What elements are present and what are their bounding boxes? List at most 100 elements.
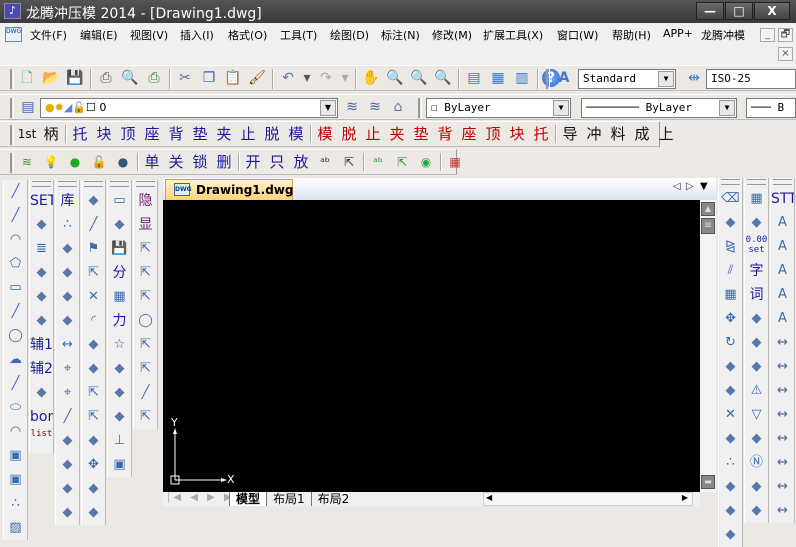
material-icon[interactable]: ◆: [30, 381, 53, 405]
menu-item[interactable]: 帮助(H): [612, 27, 651, 43]
menu-item[interactable]: 龙腾冲模: [701, 27, 745, 43]
symbol2-icon[interactable]: ◆: [745, 499, 768, 523]
ab-select-icon[interactable]: ⇱: [134, 237, 157, 261]
layer-unlock-icon[interactable]: 🔓: [88, 151, 110, 173]
hatch-lines-icon[interactable]: ╱: [56, 405, 79, 429]
linetype-select[interactable]: ──────── ByLayer ▼: [581, 98, 737, 118]
tool-button[interactable]: 显: [134, 213, 157, 237]
pin-icon[interactable]: ◆: [30, 309, 53, 333]
menu-item[interactable]: 扩展工具(X): [483, 27, 543, 43]
annotation-icon[interactable]: ◆: [745, 307, 768, 331]
undo-dropdown-icon[interactable]: ▾: [301, 67, 313, 89]
part-button-blue[interactable]: 座: [141, 122, 163, 146]
offset-icon[interactable]: ⫽: [719, 259, 742, 283]
hatch-icon[interactable]: ▨: [4, 516, 27, 540]
redo-icon[interactable]: ↷: [315, 67, 337, 89]
polyline-icon[interactable]: ╱: [4, 204, 27, 228]
ratio-dim-icon[interactable]: ↔: [771, 475, 794, 499]
decimal-dim-icon[interactable]: ↔: [771, 403, 794, 427]
scroll-left-button[interactable]: ◀: [486, 493, 492, 502]
stretch-icon[interactable]: ◆: [82, 477, 105, 501]
array-icon[interactable]: ▦: [719, 283, 742, 307]
tab-model[interactable]: 模型: [229, 492, 267, 506]
star-icon[interactable]: ☆: [108, 333, 131, 357]
toolbar-grip[interactable]: [10, 69, 14, 89]
stack-icon[interactable]: ◆: [108, 405, 131, 429]
text-style-select[interactable]: Standard ▼: [578, 69, 676, 89]
part-button-black[interactable]: 料: [607, 122, 629, 146]
table-icon[interactable]: ▦: [745, 187, 768, 211]
scroll-up-button[interactable]: ▲: [701, 202, 715, 216]
toolbar-grip[interactable]: [418, 98, 422, 118]
layer-text-button[interactable]: 放: [290, 150, 312, 174]
tool-button[interactable]: SET: [30, 189, 53, 213]
layer-green-bulb-icon[interactable]: ●: [64, 151, 86, 173]
tool-button[interactable]: 字: [745, 259, 768, 283]
toolbar-grip[interactable]: [773, 179, 792, 185]
part-button-blue[interactable]: 模: [285, 122, 307, 146]
menu-item[interactable]: 编辑(E): [80, 27, 118, 43]
edit-curve-icon[interactable]: ◆: [82, 333, 105, 357]
toolbar-grip[interactable]: [110, 181, 129, 187]
menu-item[interactable]: APP+: [663, 27, 693, 40]
undo-icon[interactable]: ↶: [277, 67, 299, 89]
copy-icon[interactable]: ❐: [198, 67, 220, 89]
layer-state-icon[interactable]: ⌂: [387, 96, 409, 118]
menu-item[interactable]: 文件(F): [30, 27, 67, 43]
menu-item[interactable]: 标注(N): [381, 27, 420, 43]
spline-flyout-icon[interactable]: ╱: [4, 300, 27, 324]
insert-block-icon[interactable]: ▣: [4, 444, 27, 468]
part-button-red[interactable]: 托: [530, 122, 552, 146]
roughness-icon[interactable]: ▽: [745, 403, 768, 427]
part-button-red[interactable]: 块: [506, 122, 528, 146]
color-select-icon[interactable]: ⇱: [134, 357, 157, 381]
print-icon[interactable]: ⎙: [95, 67, 117, 89]
scale-icon[interactable]: ◆: [82, 429, 105, 453]
chevron-down-icon[interactable]: ▼: [553, 100, 569, 116]
tab-layout2[interactable]: 布局2: [310, 492, 356, 506]
ellipse-arc-icon[interactable]: ◠: [4, 420, 27, 444]
rotate-select-icon[interactable]: ⇱: [82, 405, 105, 429]
layer-text-button[interactable]: 锁: [189, 150, 211, 174]
toolbar-grip[interactable]: [747, 179, 766, 185]
menu-item[interactable]: 绘图(D): [330, 27, 369, 43]
scroll-thumb[interactable]: ≡: [701, 218, 715, 234]
plate-view-icon[interactable]: ◆: [56, 309, 79, 333]
toolbar-grip[interactable]: [136, 181, 155, 187]
target-icon[interactable]: ⌖: [56, 381, 79, 405]
layer-text-button[interactable]: 关: [165, 150, 187, 174]
open-icon[interactable]: 📂: [40, 67, 62, 89]
window-icon[interactable]: ▭: [108, 189, 131, 213]
holes-icon[interactable]: ◆: [108, 381, 131, 405]
layer-text-button[interactable]: 单: [141, 150, 163, 174]
bolt-icon[interactable]: ⊥: [108, 429, 131, 453]
purple-select-icon[interactable]: ⇱: [134, 405, 157, 429]
dim-style-select[interactable]: ISO-25: [706, 69, 796, 89]
stretch-obj-icon[interactable]: ◆: [719, 379, 742, 403]
lineweight-select[interactable]: ─── B: [746, 98, 796, 118]
toolbar-grip[interactable]: [58, 181, 77, 187]
profile-icon[interactable]: ◆: [56, 477, 79, 501]
tab-drawing1[interactable]: DWG Drawing1.dwg: [165, 179, 293, 200]
cut-icon[interactable]: ✂: [174, 67, 196, 89]
punch-block-icon[interactable]: ▣: [108, 453, 131, 477]
vertical-scrollbar[interactable]: ▲ ≡ ▬: [700, 200, 716, 492]
select-layer-icon[interactable]: ⇱: [391, 151, 413, 173]
toolbar-grip[interactable]: [10, 153, 14, 173]
match-properties-icon[interactable]: 🖌: [246, 67, 268, 89]
gear-select-icon[interactable]: ⇱: [82, 381, 105, 405]
sparkle-icon[interactable]: ◆: [82, 501, 105, 525]
make-block-icon[interactable]: ▣: [4, 468, 27, 492]
tool-button[interactable]: 库: [56, 189, 79, 213]
circle-select-icon[interactable]: ◯: [134, 309, 157, 333]
move-diamond-icon[interactable]: ✥: [82, 453, 105, 477]
text-replace-icon[interactable]: A: [771, 259, 794, 283]
trim-icon[interactable]: ✕: [82, 285, 105, 309]
layer-text-button[interactable]: 删: [213, 150, 235, 174]
part-button-red[interactable]: 顶: [482, 122, 504, 146]
scale-obj-icon[interactable]: ◆: [719, 355, 742, 379]
menu-item[interactable]: 窗口(W): [557, 27, 598, 43]
flag-icon[interactable]: ⚑: [82, 237, 105, 261]
text-add-icon[interactable]: A: [771, 307, 794, 331]
point-icon[interactable]: ∴: [4, 492, 27, 516]
